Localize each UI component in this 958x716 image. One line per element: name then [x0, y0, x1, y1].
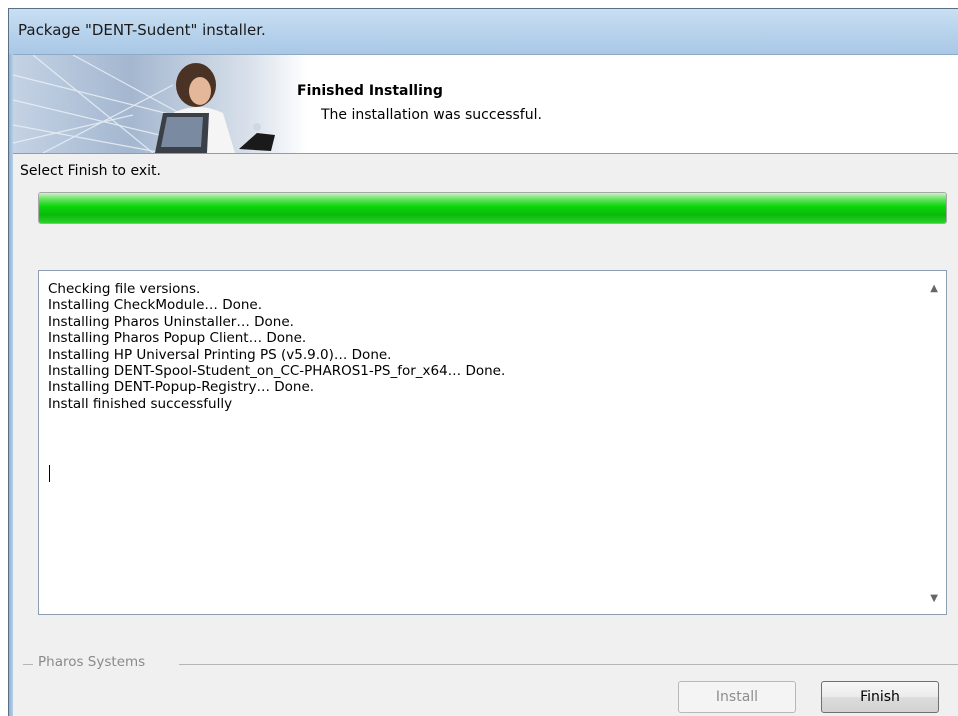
progress-fill — [39, 193, 946, 223]
scroll-down-arrow-icon[interactable]: ▼ — [930, 593, 938, 604]
log-line: Installing DENT-Popup-Registry… Done. — [48, 379, 315, 396]
header-banner: Finished Installing The installation was… — [13, 55, 958, 154]
finish-button[interactable]: Finish — [821, 681, 939, 713]
install-button[interactable]: Install — [678, 681, 796, 713]
banner-subheading: The installation was successful. — [321, 107, 542, 123]
banner-heading: Finished Installing — [297, 83, 443, 99]
install-log-textbox[interactable]: Checking file versions. Installing Check… — [38, 270, 947, 615]
title-bar[interactable]: Package "DENT-Sudent" installer. — [9, 9, 958, 55]
window-title: Package "DENT-Sudent" installer. — [18, 21, 266, 39]
group-divider-right — [179, 664, 958, 665]
progress-bar — [38, 192, 947, 224]
instruction-text: Select Finish to exit. — [20, 163, 161, 179]
banner-illustration — [13, 55, 275, 153]
log-line: Installing HP Universal Printing PS (v5.… — [48, 346, 392, 363]
log-line: Installing Pharos Popup Client… Done. — [48, 330, 307, 347]
log-line: Installing DENT-Spool-Student_on_CC-PHAR… — [48, 363, 506, 380]
group-divider-left — [23, 664, 33, 665]
log-lines: Checking file versions. Installing Check… — [48, 281, 908, 412]
log-line: Installing Pharos Uninstaller… Done. — [48, 313, 294, 330]
scroll-up-arrow-icon[interactable]: ▲ — [930, 283, 938, 294]
group-label: Pharos Systems — [38, 654, 146, 670]
log-line: Install finished successfully — [48, 395, 233, 412]
text-caret — [49, 465, 50, 482]
log-line: Installing CheckModule… Done. — [48, 297, 263, 314]
banner-image — [13, 55, 307, 153]
log-line: Checking file versions. — [48, 281, 201, 297]
installer-window: Package "DENT-Sudent" installer. Finishe… — [8, 8, 958, 716]
